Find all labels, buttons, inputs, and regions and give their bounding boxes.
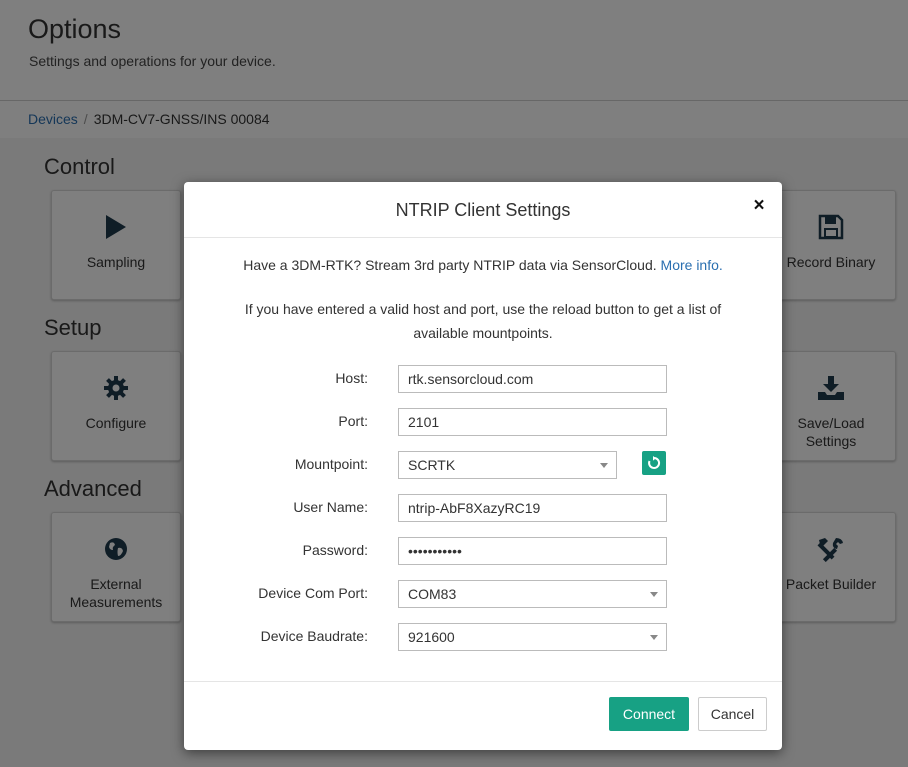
modal-header: NTRIP Client Settings ×	[184, 182, 782, 238]
port-input[interactable]: 2101	[398, 408, 667, 436]
baudrate-value: 921600	[408, 629, 455, 645]
password-label: Password:	[302, 542, 368, 558]
password-row: Password: •••••••••••	[184, 537, 782, 565]
chevron-down-icon	[600, 463, 608, 468]
connect-button[interactable]: Connect	[609, 697, 689, 731]
mountpoint-select[interactable]: SCRTK	[398, 451, 617, 479]
host-row: Host: rtk.sensorcloud.com	[184, 365, 782, 393]
com-port-select[interactable]: COM83	[398, 580, 667, 608]
baudrate-row: Device Baudrate: 921600	[184, 623, 782, 651]
modal-title: NTRIP Client Settings	[395, 200, 571, 220]
username-row: User Name: ntrip-AbF8XazyRC19	[184, 494, 782, 522]
reload-mountpoints-button[interactable]	[642, 451, 666, 475]
modal-intro: Have a 3DM-RTK? Stream 3rd party NTRIP d…	[184, 257, 782, 273]
ntrip-settings-modal: NTRIP Client Settings × Have a 3DM-RTK? …	[184, 182, 782, 750]
host-label: Host:	[335, 370, 368, 386]
password-input[interactable]: •••••••••••	[398, 537, 667, 565]
username-input[interactable]: ntrip-AbF8XazyRC19	[398, 494, 667, 522]
mountpoint-label: Mountpoint:	[294, 456, 368, 472]
modal-footer: Connect Cancel	[184, 681, 782, 751]
modal-hint-line1: If you have entered a valid host and por…	[244, 301, 722, 317]
mountpoint-row: Mountpoint: SCRTK	[184, 451, 782, 479]
port-label: Port:	[338, 413, 368, 429]
cancel-button[interactable]: Cancel	[698, 697, 767, 731]
more-info-link[interactable]: More info.	[661, 257, 723, 273]
chevron-down-icon	[650, 592, 658, 597]
modal-intro-text: Have a 3DM-RTK? Stream 3rd party NTRIP d…	[243, 257, 657, 273]
com-port-value: COM83	[408, 586, 457, 602]
mountpoint-value: SCRTK	[408, 457, 456, 473]
refresh-icon	[648, 456, 661, 469]
close-icon[interactable]: ×	[750, 195, 768, 217]
com-port-row: Device Com Port: COM83	[184, 580, 782, 608]
com-port-label: Device Com Port:	[258, 585, 368, 601]
modal-hint-line2: available mountpoints.	[413, 325, 553, 341]
host-input[interactable]: rtk.sensorcloud.com	[398, 365, 667, 393]
chevron-down-icon	[650, 635, 658, 640]
baudrate-label: Device Baudrate:	[260, 628, 368, 644]
baudrate-select[interactable]: 921600	[398, 623, 667, 651]
username-label: User Name:	[293, 499, 368, 515]
modal-hint: If you have entered a valid host and por…	[224, 297, 742, 345]
port-row: Port: 2101	[184, 408, 782, 436]
